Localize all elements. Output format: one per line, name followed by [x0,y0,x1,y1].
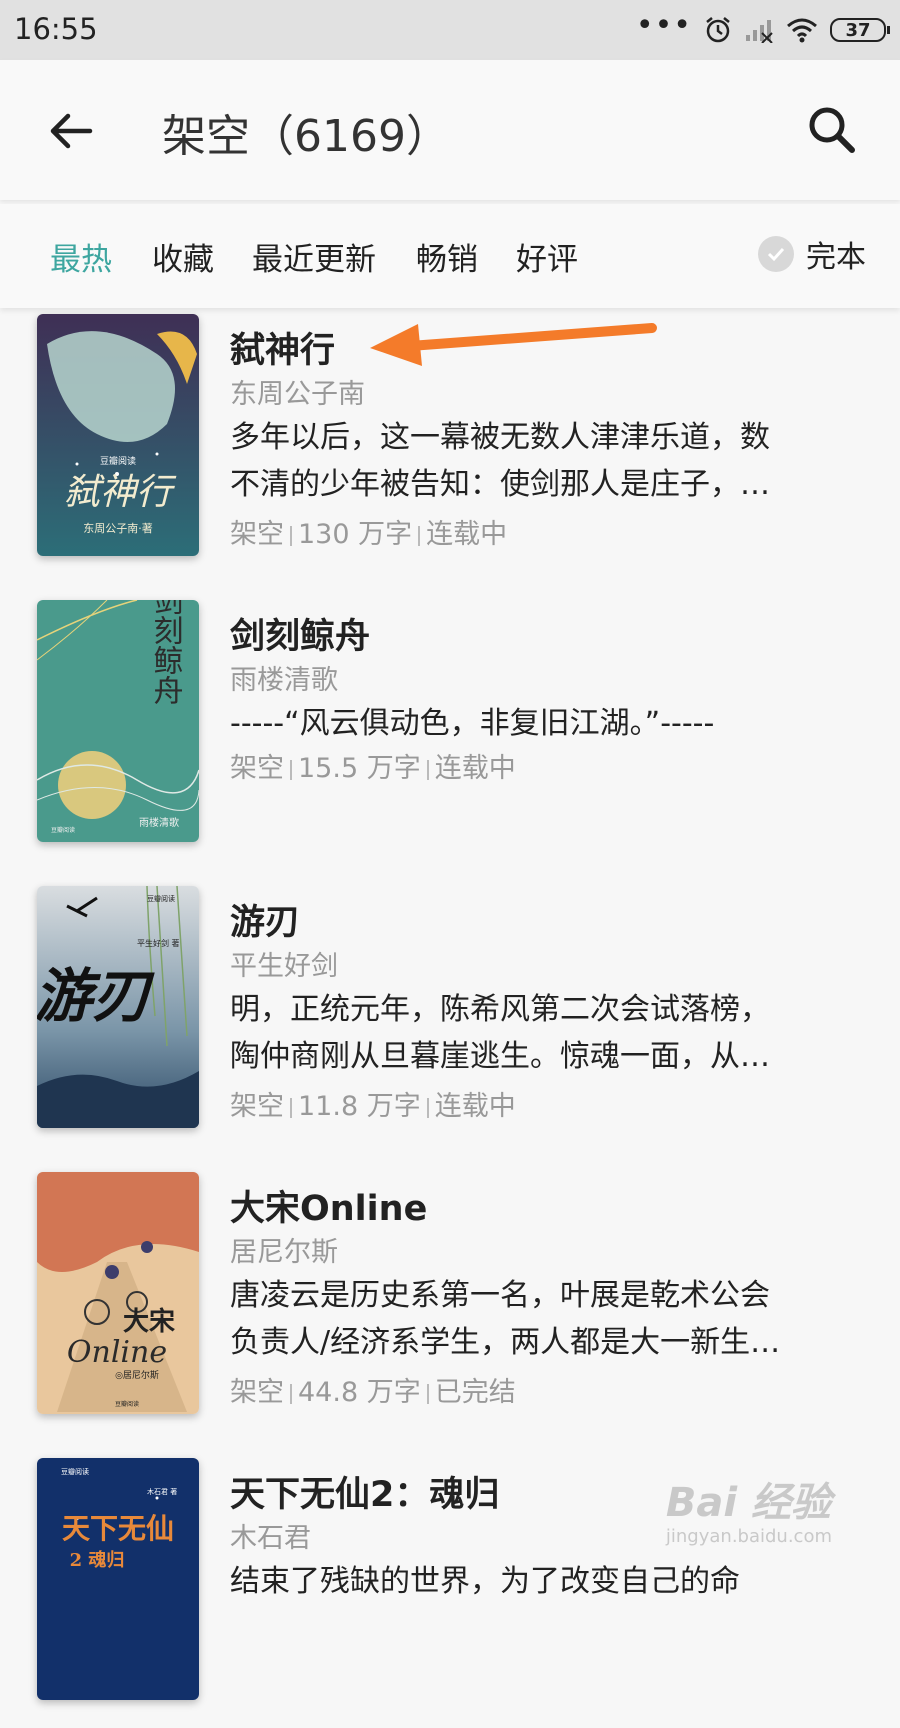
alarm-icon [706,17,730,43]
book-author: 居尼尔斯 [230,1237,338,1268]
book-word-count: 11.8 万字 [298,1091,421,1122]
book-meta: 架空 15.5 万字 连载中 [230,746,516,785]
search-button[interactable] [804,102,860,158]
wifi-icon [787,18,817,43]
cover-author: 雨楼清歌 [139,816,179,829]
book-category: 架空 [230,753,284,784]
battery-indicator: 37 [830,18,890,42]
tab-good-reviews[interactable]: 好评 [516,234,578,279]
book-cover: 游刃 平生好剑 著 豆瓣阅读 [37,886,199,1128]
description-line: 多年以后，这一幕被无数人津津乐道，数 [230,420,770,455]
book-item[interactable]: 大宋 Online ◎居尼尔斯 豆瓣阅读 大宋Online 居尼尔斯 唐凌云是历… [0,1172,900,1442]
description-line: 明，正统元年，陈希风第二次会试落榜， [230,992,770,1027]
cover-brand: 豆瓣阅读 [61,1467,89,1476]
cover-brand: 豆瓣阅读 [51,826,75,834]
book-description: -----“风云俱动色，非复旧江湖。”----- [230,700,850,747]
cover-title: 弑神行 [64,472,177,513]
book-title: 剑刻鲸舟 [230,617,371,657]
book-meta: 架空 130 万字 连载中 [230,512,507,551]
status-bar: 16:55 ••• 37 [0,0,900,60]
description-line: 结束了残缺的世界，为了改变自己的命 [230,1564,740,1599]
arrow-left-icon [50,113,93,149]
tab-hottest[interactable]: 最热 [50,234,112,279]
cover-subtitle: 2 魂归 [70,1549,125,1571]
book-status: 连载中 [434,1091,516,1122]
book-description: 多年以后，这一幕被无数人津津乐道，数 不清的少年被告知：使剑那人是庄子，… [230,414,850,508]
book-item[interactable]: 剑刻鲸舟 雨楼清歌 豆瓣阅读 剑刻鲸舟 雨楼清歌 -----“风云俱动色，非复旧… [0,600,900,870]
book-title: 大宋Online [230,1189,428,1229]
book-cover: 大宋 Online ◎居尼尔斯 豆瓣阅读 [37,1172,199,1414]
app-bar: 架空（6169） [0,60,900,200]
page-title: 架空（6169） [162,111,450,162]
book-author: 雨楼清歌 [230,665,338,696]
book-cover: 剑刻鲸舟 雨楼清歌 豆瓣阅读 [37,600,199,842]
status-time: 16:55 [14,12,98,46]
watermark: Bai 经验 jingyan.baidu.com [666,1470,832,1547]
cover-author: 木石君 著 [147,1487,177,1496]
cover-author: ◎居尼尔斯 [115,1369,159,1381]
book-cover: 豆瓣阅读 木石君 著 天下无仙 2 魂归 [37,1458,199,1700]
tab-recent-update[interactable]: 最近更新 [252,234,376,279]
complete-filter-toggle[interactable]: 完本 [758,232,866,276]
cover-title: 游刃 [37,962,155,1030]
annotation-arrow-icon [370,323,657,366]
book-status: 连载中 [434,753,516,784]
cover-author: 平生好剑 著 [137,938,180,948]
book-status: 已完结 [434,1377,516,1408]
more-dots-icon: ••• [635,8,692,43]
book-status: 连载中 [426,519,508,550]
watermark-url: jingyan.baidu.com [665,1526,832,1547]
complete-filter-label: 完本 [806,240,866,275]
watermark-logo: Bai 经验 [665,1480,832,1526]
filter-bar: 最热 收藏 最近更新 畅销 好评 完本 [0,204,900,308]
book-author: 东周公子南 [230,379,365,410]
book-category: 架空 [230,1091,284,1122]
description-line: 陶仲商刚从旦暮崖逃生。惊魂一面，从… [230,1039,770,1074]
book-category: 架空 [230,519,284,550]
book-title: 弑神行 [230,331,336,371]
book-description: 结束了残缺的世界，为了改变自己的命 [230,1558,850,1605]
description-line: 负责人/经济系学生，两人都是大一新生… [230,1325,781,1360]
check-icon [758,236,794,272]
tab-favorites[interactable]: 收藏 [152,234,214,279]
tab-bestseller[interactable]: 畅销 [416,234,478,279]
book-item[interactable]: 游刃 平生好剑 著 豆瓣阅读 游刃 平生好剑 明，正统元年，陈希风第二次会试落榜… [0,886,900,1156]
book-title: 天下无仙2：魂归 [230,1475,500,1515]
back-button[interactable] [46,106,96,156]
cover-brand: 豆瓣阅读 [147,894,175,903]
cover-brand: 豆瓣阅读 [100,455,136,467]
battery-level: 37 [845,19,871,41]
book-category: 架空 [230,1377,284,1408]
cover-title: 天下无仙 [62,1512,174,1545]
signal-icon [746,20,773,43]
book-word-count: 130 万字 [298,519,413,550]
status-icons: ••• 37 [635,8,890,48]
book-author: 木石君 [230,1523,311,1554]
book-word-count: 15.5 万字 [298,753,421,784]
description-line: 不清的少年被告知：使剑那人是庄子，… [230,467,770,502]
book-title: 游刃 [230,903,301,943]
search-icon [809,107,855,153]
description-line: -----“风云俱动色，非复旧江湖。”----- [230,706,715,741]
book-cover: 豆瓣阅读 弑神行 东周公子南·著 [37,314,199,556]
cover-title-en: Online [67,1335,167,1370]
book-description: 唐凌云是历史系第一名，叶展是乾术公会 负责人/经济系学生，两人都是大一新生… [230,1272,850,1366]
book-word-count: 44.8 万字 [298,1377,421,1408]
book-author: 平生好剑 [230,951,338,982]
cover-author: 东周公子南·著 [83,521,153,535]
book-description: 明，正统元年，陈希风第二次会试落榜， 陶仲商刚从旦暮崖逃生。惊魂一面，从… [230,986,850,1080]
book-meta: 架空 11.8 万字 连载中 [230,1084,516,1123]
cover-brand: 豆瓣阅读 [115,1400,139,1408]
description-line: 唐凌云是历史系第一名，叶展是乾术公会 [230,1278,770,1313]
cover-title: 剑刻鲸舟 [148,600,184,705]
cover-title: 大宋 [123,1307,175,1337]
book-meta: 架空 44.8 万字 已完结 [230,1370,516,1409]
